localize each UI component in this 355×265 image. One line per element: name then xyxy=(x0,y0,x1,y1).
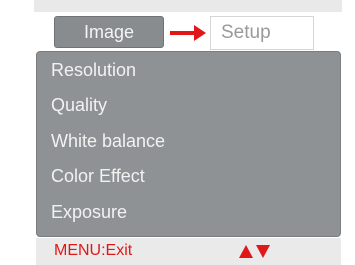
menu-panel: Resolution Quality White balance Color E… xyxy=(36,51,341,237)
menu-item-color-effect[interactable]: Color Effect xyxy=(51,161,145,191)
top-strip xyxy=(34,0,342,12)
menu-item-exposure[interactable]: Exposure xyxy=(51,197,127,227)
menu-item-resolution[interactable]: Resolution xyxy=(51,55,136,85)
menu-item-quality[interactable]: Quality xyxy=(51,90,107,120)
menu-item-white-balance[interactable]: White balance xyxy=(51,126,165,156)
up-down-arrows-icon xyxy=(239,245,270,258)
menu-exit-label: MENU:Exit xyxy=(54,242,133,259)
tab-setup[interactable]: Setup xyxy=(210,16,314,50)
footer-bar: MENU:Exit xyxy=(36,238,341,265)
right-arrow-icon xyxy=(170,25,206,41)
tab-image[interactable]: Image xyxy=(54,16,164,48)
camera-menu-screen: Image Setup Resolution Quality White bal… xyxy=(0,0,355,265)
